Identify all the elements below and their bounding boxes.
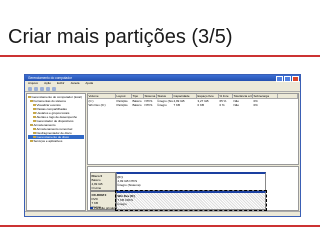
- partition-d[interactable]: Win Dev (D:) 7 KB CDFS Íntegro: [115, 190, 267, 211]
- menu-acao[interactable]: Ação: [44, 81, 51, 86]
- tools-icon: [30, 99, 33, 103]
- services-icon: [30, 139, 33, 143]
- disk-0-label[interactable]: Disco 0 Básico 4,99 GB On-line: [90, 172, 116, 191]
- disk-0-row: Disco 0 Básico 4,99 GB On-line (C:) 4,99…: [90, 172, 266, 191]
- defrag-icon: [33, 131, 36, 135]
- table-row[interactable]: Win Dev (D:) Partição Básico NTFS Íntegr…: [88, 103, 298, 107]
- help-icon[interactable]: [52, 87, 56, 91]
- menu-ajuda[interactable]: Ajuda: [85, 81, 93, 86]
- performance-icon: [33, 115, 36, 119]
- menu-arquivo[interactable]: Arquivo: [28, 81, 38, 86]
- folder-icon: [33, 107, 36, 111]
- forward-icon[interactable]: [34, 87, 38, 91]
- footer-divider: [0, 225, 320, 227]
- close-button[interactable]: [292, 76, 299, 82]
- back-icon[interactable]: [28, 87, 32, 91]
- window-title: Gerenciamento do computador: [28, 76, 72, 80]
- properties-icon[interactable]: [46, 87, 50, 91]
- partition-c[interactable]: (C:) 4,99 GB NTFS Íntegro (Sistema): [116, 172, 266, 191]
- disk-graph-pane: Disco 0 Básico 4,99 GB On-line (C:) 4,99…: [87, 166, 299, 211]
- primary-partition-swatch: [90, 206, 93, 210]
- menu-exibir[interactable]: Exibir: [57, 81, 65, 86]
- storage-icon: [30, 123, 33, 127]
- tree-item-services-apps[interactable]: Serviços e aplicativos: [28, 139, 84, 143]
- event-viewer-icon: [33, 103, 36, 107]
- device-manager-icon: [33, 119, 36, 123]
- toolbar: [25, 86, 300, 92]
- menu-janela[interactable]: Janela: [71, 81, 80, 86]
- computer-icon: [28, 95, 31, 99]
- title-divider: [0, 55, 320, 57]
- partition-legend: Partição primária: [90, 206, 117, 210]
- console-tree: Gerenciamento do computador (local) Ferr…: [26, 93, 86, 211]
- users-icon: [33, 111, 36, 115]
- minimize-button[interactable]: [276, 76, 283, 82]
- volume-table: Volume Layout Tipo Sistema Status Capaci…: [87, 93, 299, 165]
- maximize-button[interactable]: [284, 76, 291, 82]
- slide-title: Criar mais partições (3/5): [8, 26, 233, 48]
- up-icon[interactable]: [40, 87, 44, 91]
- removable-storage-icon: [33, 127, 36, 131]
- disk-icon: [33, 135, 36, 139]
- window-titlebar: Gerenciamento do computador: [25, 75, 300, 82]
- computer-management-window: Gerenciamento do computador Arquivo Ação…: [24, 74, 301, 217]
- status-bar: [25, 211, 300, 216]
